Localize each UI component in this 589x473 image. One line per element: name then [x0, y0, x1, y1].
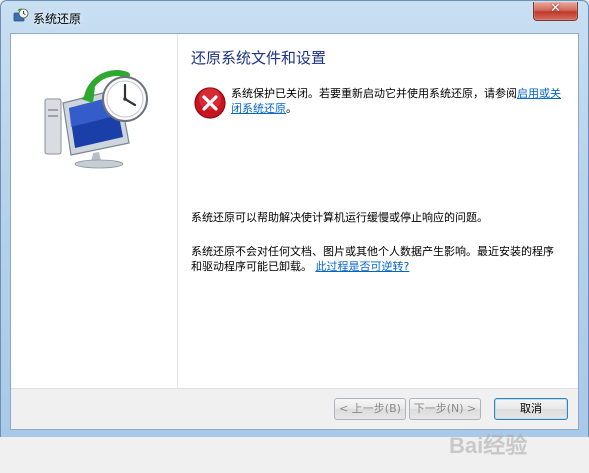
dialog-window: 系统还原 ✕ 还原系统文件和设置 系统保护已关闭。若要重新启动它并使用系统还原，…: [0, 0, 589, 438]
error-icon: [194, 87, 226, 119]
next-button[interactable]: 下一步(N) >: [409, 398, 481, 420]
close-icon: ✕: [550, 1, 561, 16]
warning-text: 系统保护已关闭。若要重新启动它并使用系统还原，请参阅: [231, 87, 517, 100]
window-title: 系统还原: [33, 12, 82, 26]
watermark-text: Bai经验: [449, 433, 527, 458]
page-title: 还原系统文件和设置: [191, 49, 327, 67]
title-bar[interactable]: 系统还原 ✕: [1, 1, 588, 33]
system-restore-icon: [13, 8, 29, 22]
left-panel: [11, 34, 178, 389]
warning-message: 系统保护已关闭。若要重新启动它并使用系统还原，请参阅启用或关闭系统还原。: [231, 86, 561, 116]
baidu-watermark: Bai经验: [449, 433, 527, 458]
description-text: 系统还原可以帮助解决使计算机运行缓慢或停止响应的问题。: [191, 211, 488, 224]
computer-clock-restore-icon: [44, 70, 148, 169]
cancel-button[interactable]: 取消: [494, 398, 568, 420]
close-button[interactable]: ✕: [533, 1, 578, 21]
reversibility-text: 系统还原不会对任何文档、图片或其他个人数据产生影响。最近安装的程序和驱动程序可能…: [191, 244, 556, 274]
dialog-body: 还原系统文件和设置 系统保护已关闭。若要重新启动它并使用系统还原，请参阅启用或关…: [10, 33, 579, 430]
button-bar: < 上一步(B) 下一步(N) > 取消: [11, 388, 578, 429]
warning-suffix: 。: [286, 102, 297, 115]
reversible-link[interactable]: 此过程是否可逆转?: [316, 260, 410, 273]
previous-button[interactable]: < 上一步(B): [334, 398, 406, 420]
